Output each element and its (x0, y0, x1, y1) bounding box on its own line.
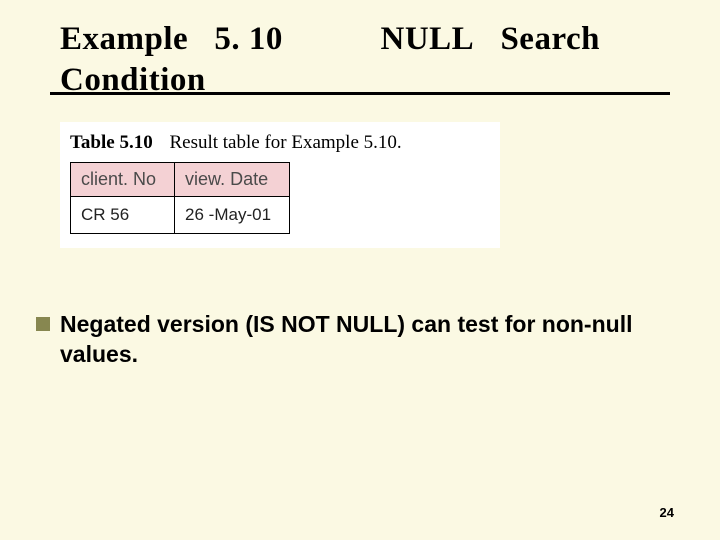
table-figure: Table 5.10 Result table for Example 5.10… (60, 122, 500, 248)
col-header-clientno: client. No (71, 163, 175, 197)
table-caption-text: Result table for Example 5.10. (169, 132, 401, 153)
title-left2: 5. 10 (214, 21, 283, 57)
square-bullet-icon (36, 317, 50, 331)
cell-clientno: CR 56 (71, 197, 175, 234)
title-rightA: NULL (381, 21, 475, 57)
bullet-text: Negated version (IS NOT NULL) can test f… (60, 310, 676, 370)
title-left1: Example (60, 21, 188, 57)
title-line2: Condition (60, 62, 206, 98)
table-header-row: client. No view. Date (71, 163, 290, 197)
result-table: client. No view. Date CR 56 26 -May-01 (70, 162, 290, 234)
table-label: Table 5.10 (70, 132, 153, 153)
cell-viewdate: 26 -May-01 (175, 197, 290, 234)
slide-title: Example 5. 10 NULL Search (60, 20, 660, 60)
col-header-viewdate: view. Date (175, 163, 290, 197)
page-number: 24 (660, 505, 674, 520)
table-caption: Table 5.10 Result table for Example 5.10… (66, 128, 494, 162)
title-rightB: Search (500, 21, 600, 57)
bullet-item: Negated version (IS NOT NULL) can test f… (36, 310, 676, 370)
table-row: CR 56 26 -May-01 (71, 197, 290, 234)
